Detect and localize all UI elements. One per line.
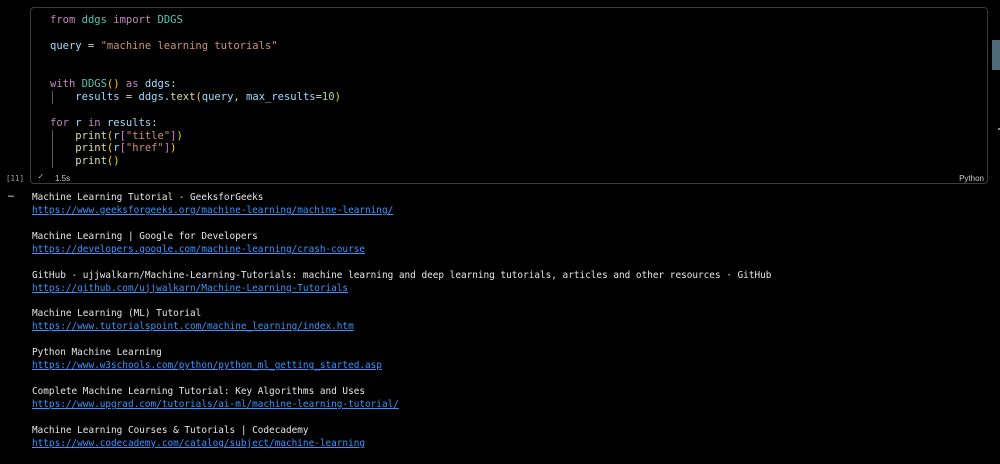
search-result: Machine Learning | Google for Developers… bbox=[32, 231, 771, 257]
search-result: Python Machine Learning https://www.w3sch… bbox=[32, 347, 771, 373]
result-link[interactable]: https://developers.google.com/machine-le… bbox=[32, 244, 771, 257]
code-line[interactable]: results = ddgs.text(query, max_results=1… bbox=[50, 91, 341, 104]
code-token: query bbox=[50, 39, 82, 52]
code-token: ddgs bbox=[144, 78, 171, 91]
scrollbar-thumb[interactable] bbox=[992, 40, 1000, 70]
code-token: from bbox=[50, 14, 76, 26]
search-result: GitHub - ujjwalkarn/Machine-Learning-Tut… bbox=[32, 270, 771, 296]
code-token: : bbox=[170, 78, 177, 91]
code-token: in bbox=[87, 116, 101, 129]
search-result: Machine Learning Tutorial - GeeksforGeek… bbox=[32, 192, 771, 218]
code-line[interactable]: print(r["href"]) bbox=[50, 142, 341, 155]
code-token: results bbox=[75, 91, 120, 104]
result-title: Python Machine Learning bbox=[32, 347, 162, 359]
code-token: ddgs bbox=[81, 14, 107, 26]
code-token: print bbox=[75, 155, 107, 168]
indent-guide bbox=[52, 91, 53, 104]
result-title: Machine Learning Courses & Tutorials | C… bbox=[32, 424, 309, 436]
code-editor[interactable]: from ddgs import DDGS query = "machine l… bbox=[50, 14, 341, 169]
code-token: ) bbox=[334, 91, 341, 104]
result-title: Machine Learning Tutorial - GeeksforGeek… bbox=[32, 192, 264, 203]
code-token: text bbox=[170, 91, 196, 104]
result-link[interactable]: https://www.codecademy.com/catalog/subje… bbox=[32, 438, 771, 451]
code-token: () bbox=[106, 78, 120, 91]
code-line[interactable]: with DDGS() as ddgs: bbox=[50, 78, 341, 91]
code-line[interactable]: print(r["title"]) bbox=[50, 130, 341, 143]
code-line[interactable]: query = "machine learning tutorials" bbox=[50, 40, 341, 53]
code-token: "machine learning tutorials" bbox=[100, 39, 278, 52]
code-token: print bbox=[75, 142, 107, 155]
result-link[interactable]: https://www.upgrad.com/tutorials/ai-ml/m… bbox=[32, 399, 771, 412]
code-token: = bbox=[119, 91, 139, 104]
language-selector[interactable]: Python bbox=[959, 174, 984, 183]
execution-duration: 1.5s bbox=[55, 174, 71, 183]
code-line[interactable]: for r in results: bbox=[50, 117, 341, 130]
code-line[interactable] bbox=[50, 65, 341, 78]
code-token: as bbox=[125, 78, 139, 91]
code-token: , bbox=[233, 91, 247, 104]
code-token: for bbox=[50, 116, 69, 129]
code-line[interactable] bbox=[50, 53, 341, 66]
code-token: () bbox=[106, 155, 120, 168]
code-token: ) bbox=[170, 142, 177, 155]
result-title: GitHub - ujjwalkarn/Machine-Learning-Tut… bbox=[32, 269, 772, 281]
code-token: import bbox=[113, 14, 152, 26]
result-link[interactable]: https://www.geeksforgeeks.org/machine-le… bbox=[32, 205, 771, 218]
cell-output: Machine Learning Tutorial - GeeksforGeek… bbox=[32, 192, 771, 464]
code-token: = bbox=[81, 39, 101, 52]
indent-guide bbox=[52, 129, 53, 169]
result-link[interactable]: https://www.w3schools.com/python/python_… bbox=[32, 360, 771, 373]
result-title: Complete Machine Learning Tutorial: Key … bbox=[32, 386, 366, 398]
ellipsis-icon[interactable]: … bbox=[8, 189, 14, 200]
result-link[interactable]: https://www.tutorialspoint.com/machine_l… bbox=[32, 321, 771, 334]
execution-count: [11] bbox=[6, 174, 25, 183]
code-token: query bbox=[201, 91, 234, 104]
code-cell[interactable]: from ddgs import DDGS query = "machine l… bbox=[30, 7, 988, 184]
code-line[interactable]: from ddgs import DDGS bbox=[50, 14, 341, 27]
search-result: Machine Learning (ML) Tutorial https://ww… bbox=[32, 308, 771, 334]
code-line[interactable] bbox=[50, 27, 341, 40]
code-line[interactable]: print() bbox=[50, 155, 341, 168]
code-token: : bbox=[151, 116, 158, 129]
code-token: print bbox=[75, 129, 107, 142]
code-token: "href" bbox=[125, 142, 164, 155]
result-title: Machine Learning (ML) Tutorial bbox=[32, 308, 202, 320]
result-title: Machine Learning | Google for Developers bbox=[32, 230, 258, 242]
check-icon: ✓ bbox=[38, 172, 44, 182]
code-line[interactable] bbox=[50, 104, 341, 117]
result-link[interactable]: https://github.com/ujjwalkarn/Machine-Le… bbox=[32, 283, 771, 296]
code-token: with bbox=[50, 78, 76, 91]
search-result: Machine Learning Courses & Tutorials | C… bbox=[32, 425, 771, 451]
search-result: Complete Machine Learning Tutorial: Key … bbox=[32, 386, 771, 412]
code-token: 10 bbox=[321, 91, 335, 104]
code-token: max_results bbox=[246, 91, 316, 104]
code-token: DDGS bbox=[157, 14, 183, 26]
code-token: ddgs bbox=[138, 91, 164, 104]
code-token: results bbox=[106, 116, 152, 129]
code-token: "title" bbox=[125, 129, 171, 142]
code-token: DDGS bbox=[81, 78, 107, 91]
code-token: ) bbox=[176, 129, 183, 142]
